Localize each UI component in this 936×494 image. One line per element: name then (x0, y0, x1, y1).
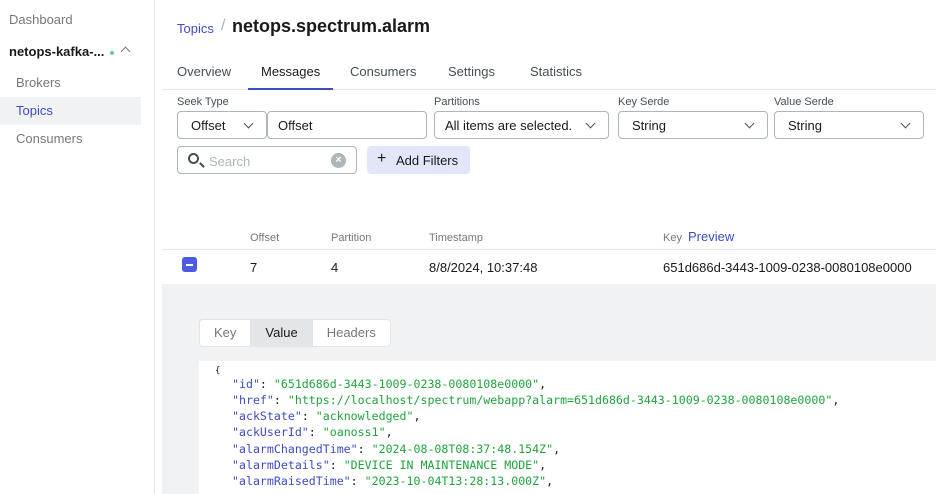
header-partition: Partition (331, 232, 372, 244)
collapse-icon[interactable] (182, 257, 197, 272)
tab-overview[interactable]: Overview (177, 64, 231, 90)
table-row[interactable]: 7 4 8/8/2024, 10:37:48 651d686d-3443-100… (162, 250, 936, 284)
json-key: "alarmChangedTime" (232, 442, 358, 456)
detail-tabs: Key Value Headers (199, 319, 391, 347)
json-line: "ackUserId": "oanoss1", (232, 425, 393, 439)
json-line: "alarmDetails": "DEVICE IN MAINTENANCE M… (232, 458, 547, 472)
cell-timestamp: 8/8/2024, 10:37:48 (429, 260, 538, 275)
json-line: "id": "651d686d-3443-1009-0238-0080108e0… (232, 377, 547, 391)
json-key: "ackState" (232, 409, 302, 423)
json-open-brace: { (215, 366, 221, 376)
app: Dashboard netops-kafka-... Brokers Topic… (0, 0, 936, 494)
value-serde-label: Value Serde (774, 96, 834, 108)
sidebar-item-topics[interactable]: Topics (0, 97, 141, 125)
topic-tabs: Overview Messages Consumers Settings Sta… (162, 56, 936, 90)
key-serde-select[interactable]: String (618, 111, 768, 139)
plus-icon: + (377, 150, 387, 167)
json-line: "alarmChangedTime": "2024-08-08T08:37:48… (232, 442, 561, 456)
chevron-up-icon[interactable] (120, 46, 131, 57)
chevron-down-icon (585, 118, 596, 129)
breadcrumb-separator: / (221, 17, 226, 34)
seek-type-select[interactable]: Offset (177, 111, 267, 139)
tab-messages[interactable]: Messages (248, 64, 334, 90)
sidebar: Dashboard netops-kafka-... Brokers Topic… (0, 0, 155, 494)
sidebar-item-brokers[interactable]: Brokers (0, 69, 141, 97)
seek-type-value: Offset (191, 118, 226, 133)
tab-settings[interactable]: Settings (448, 64, 495, 90)
detail-tab-headers[interactable]: Headers (313, 320, 390, 346)
offset-input-value: Offset (278, 118, 313, 133)
sidebar-item-dashboard[interactable]: Dashboard (9, 12, 73, 27)
header-offset: Offset (250, 232, 280, 244)
add-filters-label: Add Filters (396, 153, 459, 168)
search-input[interactable]: Search × (177, 146, 357, 174)
json-value: "2023-10-04T13:28:13.000Z" (364, 474, 547, 488)
chevron-down-icon (900, 118, 911, 129)
search-placeholder: Search (209, 154, 251, 169)
json-value: "2024-08-08T08:37:48.154Z" (371, 442, 554, 456)
json-value: "https://localhost/spectrum/webapp?alarm… (287, 393, 833, 407)
json-value: "651d686d-3443-1009-0238-0080108e0000" (273, 377, 540, 391)
sidebar-item-consumers[interactable]: Consumers (0, 125, 141, 153)
breadcrumb-topics-link[interactable]: Topics (177, 21, 214, 36)
detail-tab-value[interactable]: Value (251, 320, 313, 346)
json-line: "ackState": "acknowledged", (232, 409, 421, 423)
json-value: "oanoss1" (322, 425, 386, 439)
page-title: netops.spectrum.alarm (232, 16, 431, 36)
cluster-selector[interactable]: netops-kafka-... (9, 44, 149, 62)
search-icon (188, 153, 199, 164)
value-serde-select[interactable]: String (774, 111, 924, 139)
detail-tab-key[interactable]: Key (200, 320, 252, 346)
cluster-name: netops-kafka-... (9, 44, 105, 59)
json-key: "ackUserId" (232, 425, 309, 439)
offset-input[interactable]: Offset (267, 111, 427, 139)
main-content: Topics / netops.spectrum.alarm Overview … (162, 0, 936, 494)
header-timestamp: Timestamp (429, 232, 483, 244)
tab-consumers[interactable]: Consumers (350, 64, 416, 90)
chevron-down-icon (243, 118, 254, 129)
partitions-value: All items are selected. (445, 118, 573, 133)
message-detail: Key Value Headers { "id": "651d686d-3443… (162, 284, 936, 494)
cell-partition: 4 (331, 260, 339, 275)
tab-statistics[interactable]: Statistics (530, 64, 582, 90)
cell-key: 651d686d-3443-1009-0238-0080108e0000 (663, 260, 912, 275)
value-serde-value: String (788, 118, 822, 133)
partitions-label: Partitions (434, 96, 480, 108)
preview-link[interactable]: Preview (688, 229, 734, 244)
clear-search-icon[interactable]: × (331, 153, 346, 168)
chevron-down-icon (744, 118, 755, 129)
key-serde-label: Key Serde (618, 96, 670, 108)
cluster-status-dot (110, 51, 114, 55)
key-serde-value: String (632, 118, 666, 133)
json-key: "id" (232, 377, 260, 391)
partitions-select[interactable]: All items are selected. (434, 111, 609, 139)
seek-type-label: Seek Type (177, 96, 229, 108)
json-line: "alarmRaisedTime": "2023-10-04T13:28:13.… (232, 474, 554, 488)
json-key: "alarmRaisedTime" (232, 474, 351, 488)
json-value: "acknowledged" (315, 409, 414, 423)
cell-offset: 7 (250, 260, 258, 275)
json-key: "alarmDetails" (232, 458, 330, 472)
json-viewer: { "id": "651d686d-3443-1009-0238-0080108… (199, 361, 936, 494)
json-line: "href": "https://localhost/spectrum/weba… (232, 393, 840, 407)
add-filters-button[interactable]: + Add Filters (367, 146, 470, 174)
json-key: "href" (232, 393, 274, 407)
json-value: "DEVICE IN MAINTENANCE MODE" (343, 458, 540, 472)
header-key: Key (663, 232, 682, 244)
